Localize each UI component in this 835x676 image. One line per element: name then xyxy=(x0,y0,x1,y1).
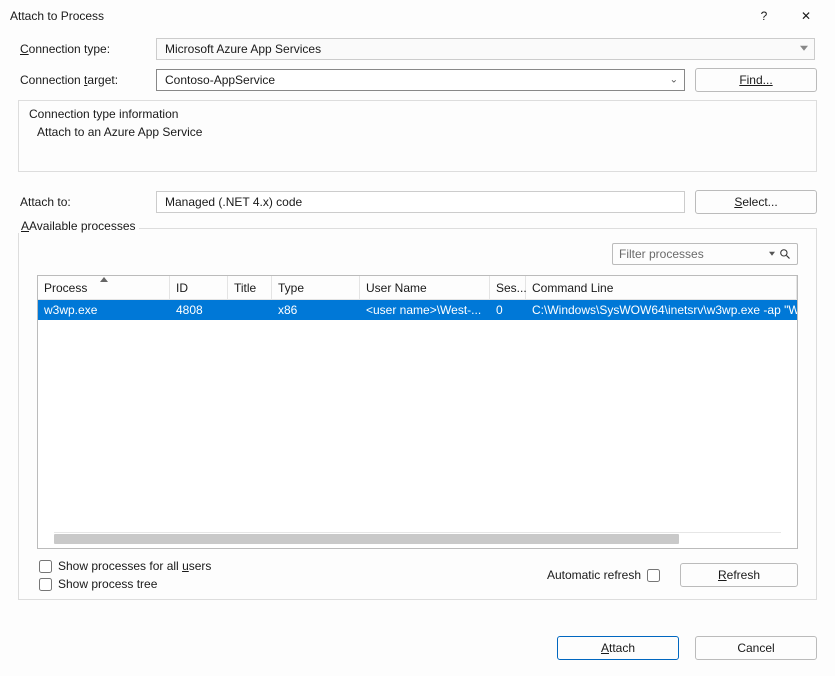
cell-cmd: C:\Windows\SysWOW64\inetsrv\w3wp.exe -ap… xyxy=(526,303,797,317)
filter-processes-input[interactable]: Filter processes xyxy=(612,243,798,265)
column-process[interactable]: Process xyxy=(38,276,170,299)
attach-to-row: Attach to: Managed (.NET 4.x) code Selec… xyxy=(18,190,817,214)
help-button[interactable]: ? xyxy=(743,2,785,30)
connection-type-label: Connection type: xyxy=(18,42,156,56)
options-left: Show processes for all users Show proces… xyxy=(39,559,547,591)
show-process-tree-input[interactable] xyxy=(39,578,52,591)
filter-row: Filter processes xyxy=(37,243,798,265)
show-all-users-label: Show processes for all users xyxy=(58,559,211,573)
attach-to-field: Managed (.NET 4.x) code xyxy=(156,191,685,213)
horizontal-scrollbar[interactable] xyxy=(54,532,781,546)
select-button-label: Select... xyxy=(734,195,777,209)
connection-target-row: Connection target: Contoso-AppService ⌄ … xyxy=(18,68,817,92)
cell-id: 4808 xyxy=(170,303,228,317)
refresh-button[interactable]: Refresh xyxy=(680,563,798,587)
available-processes-group: AAvailable processes Filter processes Pr… xyxy=(18,228,817,600)
connection-target-value: Contoso-AppService xyxy=(165,73,275,87)
attach-button[interactable]: Attach xyxy=(557,636,679,660)
column-id[interactable]: ID xyxy=(170,276,228,299)
close-button[interactable]: ✕ xyxy=(785,2,827,30)
column-user-name[interactable]: User Name xyxy=(360,276,490,299)
connection-type-value: Microsoft Azure App Services xyxy=(165,42,321,56)
attach-to-label: Attach to: xyxy=(18,195,156,209)
chevron-down-icon xyxy=(769,252,775,256)
table-body: w3wp.exe 4808 x86 <user name>\West-... 0… xyxy=(38,300,797,532)
chevron-down-icon: ⌄ xyxy=(670,75,678,86)
connection-type-row: Connection type: Microsoft Azure App Ser… xyxy=(18,38,817,60)
available-processes-frame: Filter processes Process ID Title Type U… xyxy=(18,228,817,600)
find-button[interactable]: Find... xyxy=(695,68,817,92)
dialog-footer: Attach Cancel xyxy=(0,622,835,676)
search-icon[interactable] xyxy=(777,246,793,262)
options-right: Automatic refresh Refresh xyxy=(547,563,798,587)
cell-process: w3wp.exe xyxy=(38,303,170,317)
cell-type: x86 xyxy=(272,303,360,317)
table-header: Process ID Title Type User Name Ses... C… xyxy=(38,276,797,300)
connection-target-combobox[interactable]: Contoso-AppService ⌄ xyxy=(156,69,685,91)
column-command-line[interactable]: Command Line xyxy=(526,276,797,299)
dialog-body: Connection type: Microsoft Azure App Ser… xyxy=(0,32,835,622)
column-type[interactable]: Type xyxy=(272,276,360,299)
show-all-users-checkbox[interactable]: Show processes for all users xyxy=(39,559,547,573)
connection-target-label: Connection target: xyxy=(18,73,156,87)
scrollbar-thumb[interactable] xyxy=(54,534,679,544)
select-button[interactable]: Select... xyxy=(695,190,817,214)
attach-to-value: Managed (.NET 4.x) code xyxy=(165,195,302,209)
cancel-button[interactable]: Cancel xyxy=(695,636,817,660)
column-session[interactable]: Ses... xyxy=(490,276,526,299)
cell-user: <user name>\West-... xyxy=(360,303,490,317)
column-title[interactable]: Title xyxy=(228,276,272,299)
cancel-button-label: Cancel xyxy=(737,641,774,655)
find-button-label: Find... xyxy=(739,73,772,87)
automatic-refresh-checkbox[interactable] xyxy=(647,569,660,582)
filter-placeholder: Filter processes xyxy=(619,247,704,261)
options-row: Show processes for all users Show proces… xyxy=(37,559,798,591)
processes-table[interactable]: Process ID Title Type User Name Ses... C… xyxy=(37,275,798,549)
refresh-button-label: Refresh xyxy=(718,568,760,582)
window-title: Attach to Process xyxy=(10,9,743,23)
show-all-users-input[interactable] xyxy=(39,560,52,573)
available-processes-legend: AAvailable processes xyxy=(18,219,139,233)
show-process-tree-label: Show process tree xyxy=(58,577,157,591)
connection-info-detail: Attach to an Azure App Service xyxy=(29,123,806,141)
connection-info-title: Connection type information xyxy=(29,105,806,123)
cell-session: 0 xyxy=(490,303,526,317)
show-process-tree-checkbox[interactable]: Show process tree xyxy=(39,577,547,591)
table-row[interactable]: w3wp.exe 4808 x86 <user name>\West-... 0… xyxy=(38,300,797,320)
automatic-refresh-label: Automatic refresh xyxy=(547,568,641,582)
attach-button-label: Attach xyxy=(601,641,635,655)
chevron-down-icon xyxy=(800,46,808,51)
connection-type-combobox[interactable]: Microsoft Azure App Services xyxy=(156,38,815,60)
connection-info-group: Connection type information Attach to an… xyxy=(18,100,817,172)
title-bar: Attach to Process ? ✕ xyxy=(0,0,835,32)
